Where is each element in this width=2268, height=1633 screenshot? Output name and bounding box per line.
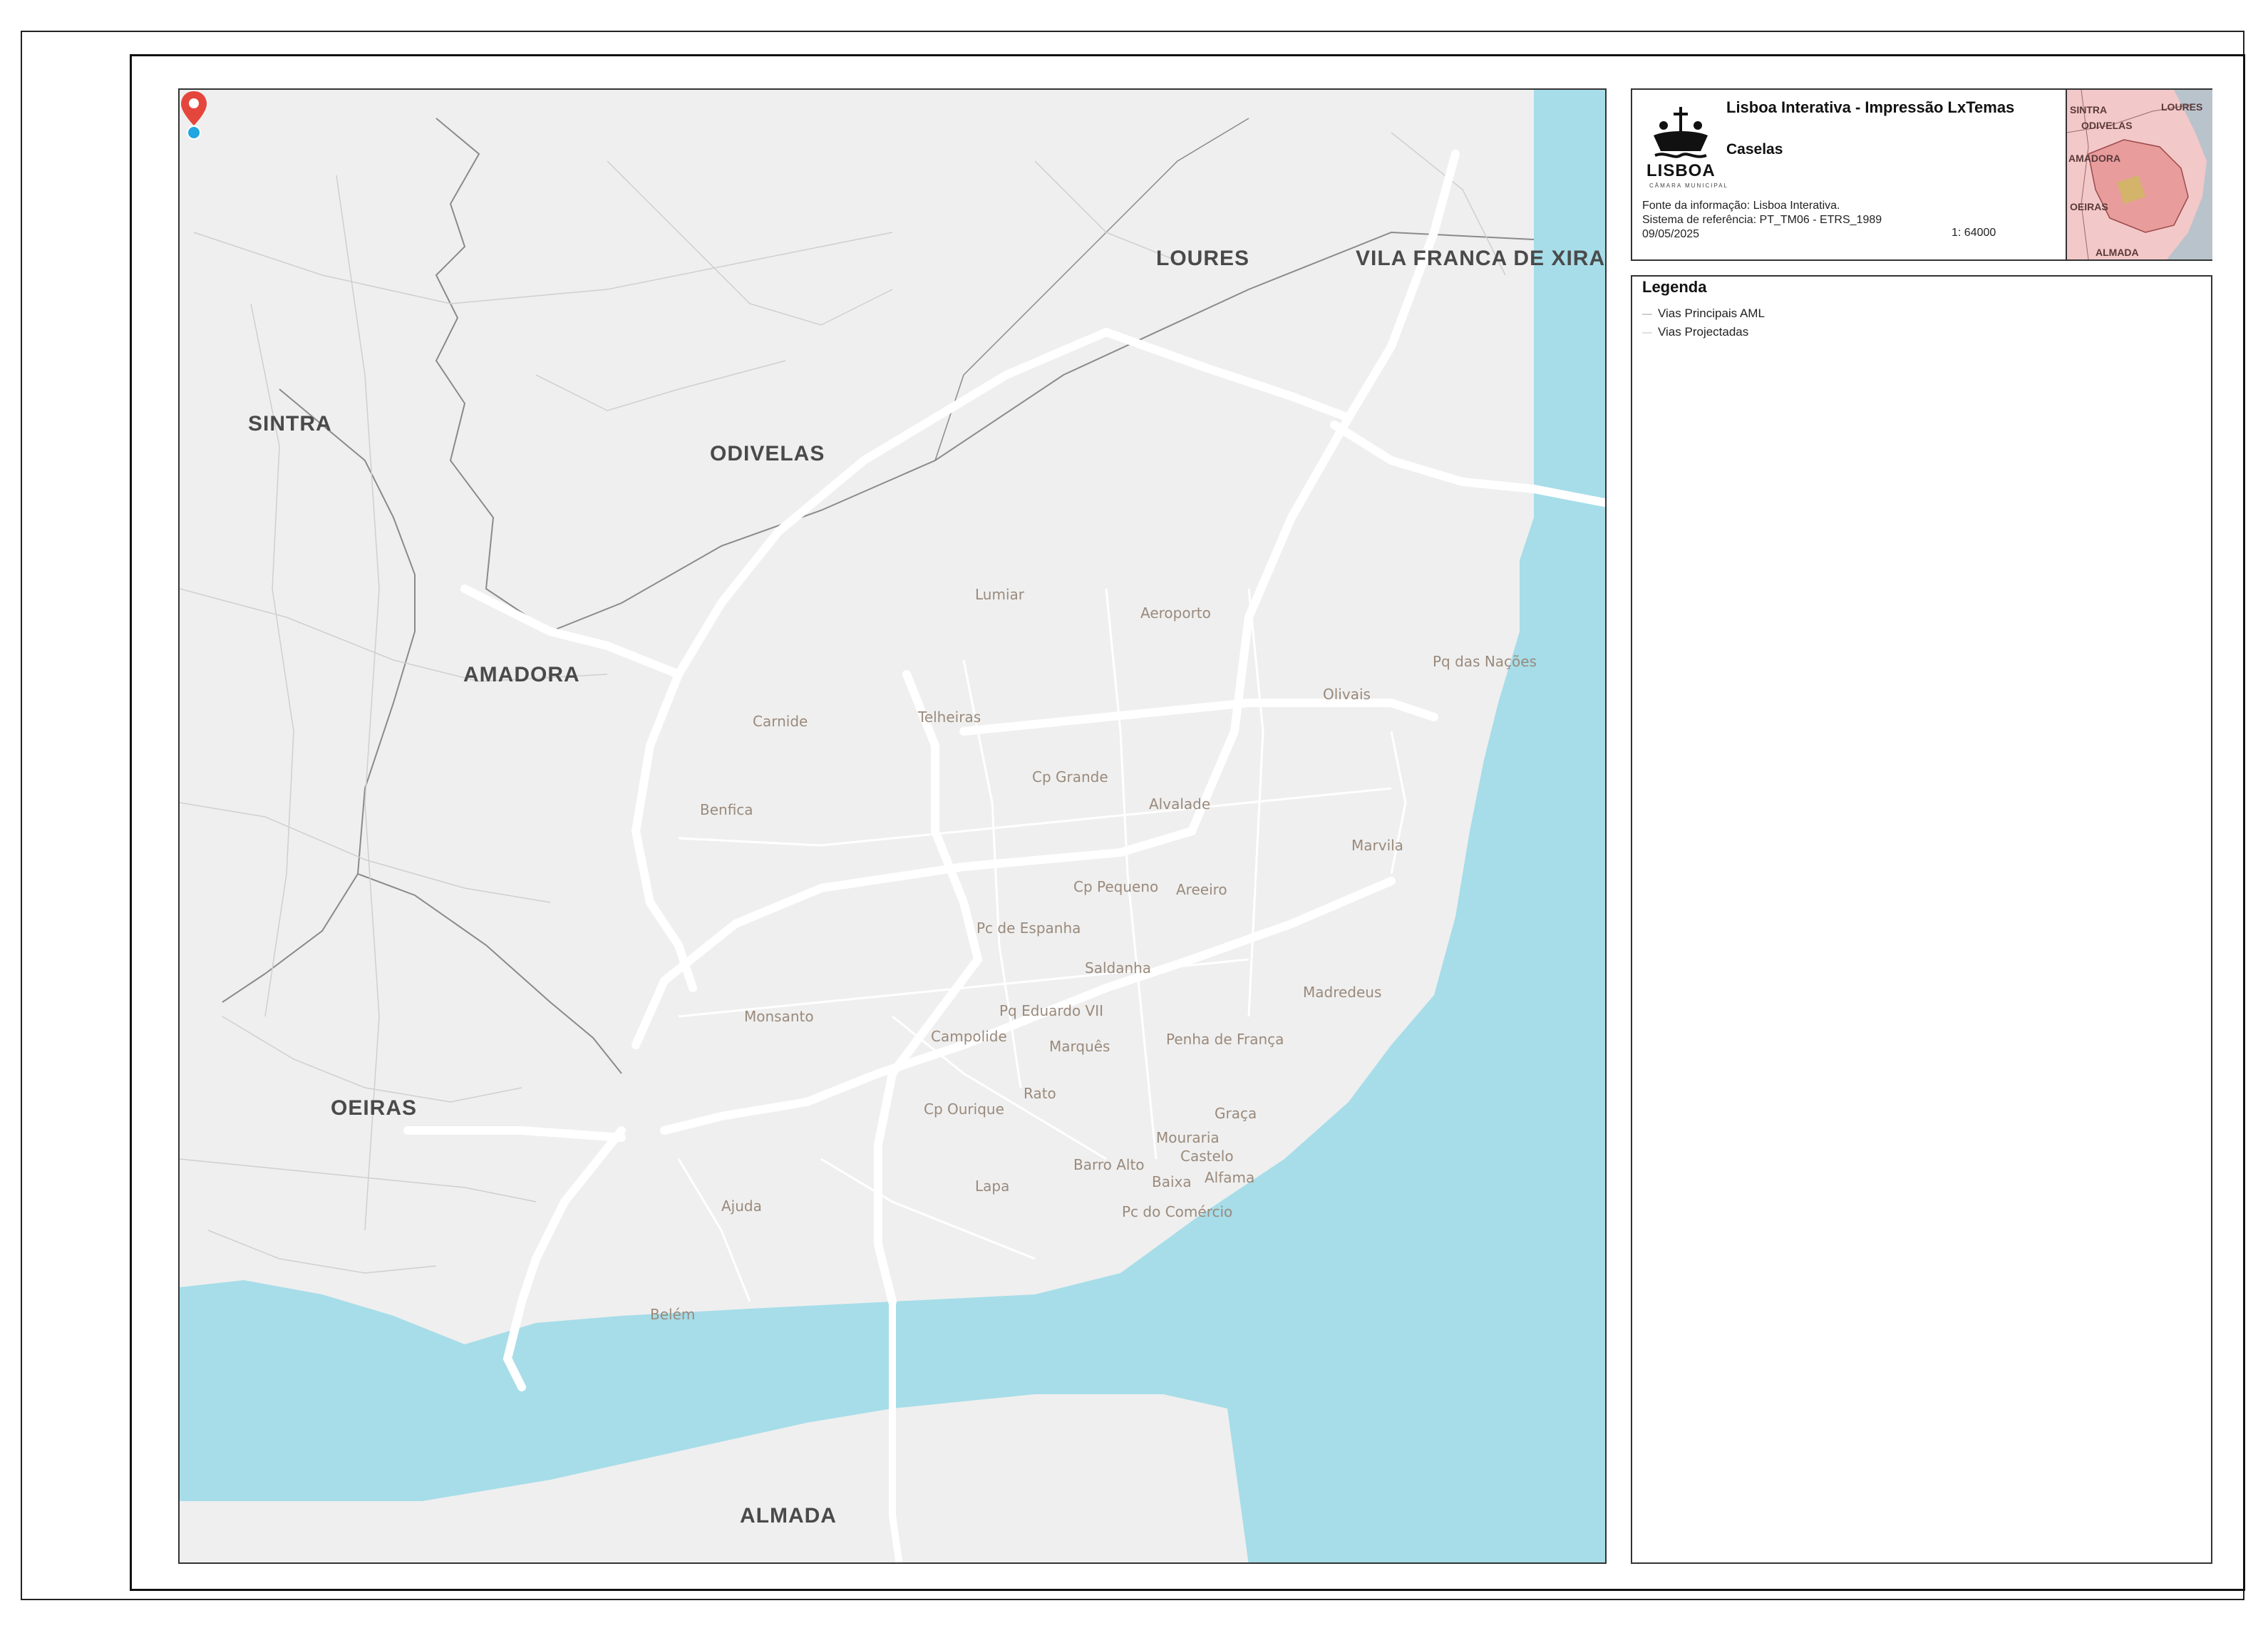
municipality-label: VILA FRANCA DE XIRA (1356, 247, 1606, 270)
municipality-label: SINTRA (248, 412, 332, 436)
neighbourhood-label: Cp Grande (1032, 768, 1108, 785)
legend-title: Legenda (1642, 278, 1707, 296)
neighbourhood-label: Benfica (700, 801, 753, 818)
neighbourhood-label: Cp Pequeno (1073, 878, 1159, 895)
neighbourhood-label: Penha de França (1166, 1031, 1284, 1048)
neighbourhood-label: Lapa (975, 1178, 1010, 1195)
neighbourhood-label: Areeiro (1176, 881, 1227, 898)
inset-label: OEIRAS (2070, 201, 2108, 212)
neighbourhood-label: Pq Eduardo VII (999, 1002, 1104, 1019)
inset-label: SINTRA (2070, 104, 2108, 115)
title-panel: LISBOA CÂMARA MUNICIPAL Lisboa Interativ… (1631, 88, 2212, 261)
neighbourhood-label: Cp Ourique (924, 1101, 1004, 1118)
neighbourhood-label: Pq das Nações (1433, 653, 1537, 670)
neighbourhood-label: Graça (1215, 1105, 1257, 1122)
municipality-label: ODIVELAS (710, 442, 825, 465)
neighbourhood-label: Marvila (1351, 837, 1403, 854)
map-pin-icon[interactable] (180, 90, 208, 140)
municipality-label: LOURES (1156, 247, 1250, 270)
legend-panel: Legenda Vias Principais AML Vias Project… (1631, 275, 2212, 1564)
neighbourhood-label: Alfama (1205, 1169, 1255, 1186)
source-text: Fonte da informação: Lisboa Interativa. (1642, 200, 1840, 212)
neighbourhood-label: Ajuda (721, 1197, 762, 1215)
legend-swatch (1642, 314, 1652, 315)
neighbourhood-label: Mouraria (1156, 1129, 1220, 1146)
neighbourhood-label: Baixa (1152, 1173, 1192, 1190)
municipality-label: AMADORA (463, 663, 580, 686)
inset-label: ODIVELAS (2081, 120, 2133, 131)
legend-item: Vias Projectadas (1658, 325, 1749, 339)
overview-inset-map: SINTRA LOURES ODIVELAS AMADORA OEIRAS AL… (2066, 90, 2212, 259)
inset-label: LOURES (2161, 101, 2203, 113)
legend-item: Vias Principais AML (1658, 306, 1765, 320)
neighbourhood-label: Aeroporto (1140, 604, 1211, 622)
neighbourhood-label: Alvalade (1149, 795, 1211, 813)
scale-text: 1: 64000 (1952, 227, 1996, 239)
neighbourhood-label: Campolide (931, 1028, 1007, 1045)
neighbourhood-label: Castelo (1180, 1148, 1234, 1165)
neighbourhood-label: Telheiras (918, 709, 981, 726)
neighbourhood-label: Rato (1024, 1085, 1056, 1102)
neighbourhood-label: Belém (650, 1306, 696, 1323)
inset-label: ALMADA (2096, 247, 2139, 258)
neighbourhood-label: Madredeus (1303, 984, 1382, 1001)
map-name: Caselas (1726, 141, 1783, 158)
logo-subtext: CÂMARA MUNICIPAL (1649, 182, 1728, 189)
neighbourhood-label: Pc de Espanha (976, 919, 1081, 937)
neighbourhood-label: Olivais (1323, 686, 1371, 703)
map-view[interactable]: LOURES VILA FRANCA DE XIRA SINTRA ODIVEL… (178, 88, 1607, 1564)
neighbourhood-label: Lumiar (975, 586, 1024, 603)
logo-text: LISBOA (1646, 161, 1716, 180)
inset-label: AMADORA (2068, 153, 2121, 164)
neighbourhood-label: Barro Alto (1073, 1156, 1145, 1173)
reference-system-text: Sistema de referência: PT_TM06 - ETRS_19… (1642, 214, 1882, 226)
neighbourhood-label: Pc do Comércio (1122, 1203, 1233, 1220)
neighbourhood-label: Saldanha (1085, 959, 1152, 977)
app-title: Lisboa Interativa - Impressão LxTemas (1726, 98, 2015, 116)
map-canvas (180, 90, 1605, 1562)
neighbourhood-label: Marquês (1049, 1038, 1110, 1055)
neighbourhood-label: Monsanto (744, 1008, 814, 1025)
date-text: 09/05/2025 (1642, 228, 1700, 240)
municipality-label: ALMADA (740, 1504, 837, 1528)
municipality-label: OEIRAS (331, 1096, 418, 1120)
neighbourhood-label: Carnide (753, 713, 808, 730)
legend-swatch (1642, 332, 1652, 334)
